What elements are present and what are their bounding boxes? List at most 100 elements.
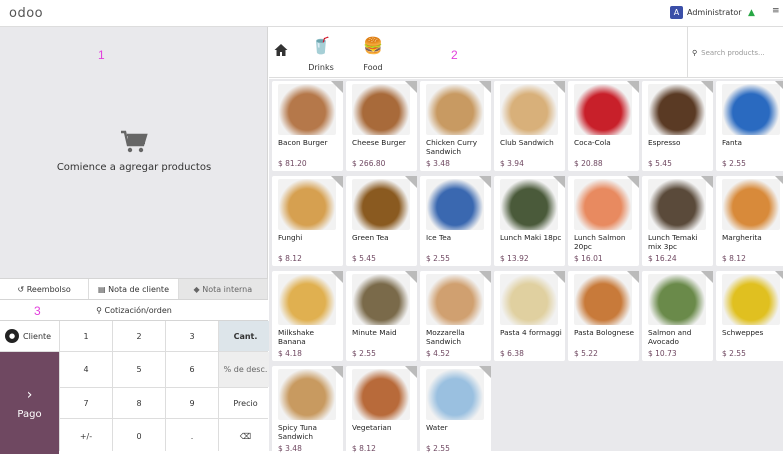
numpad-key-7[interactable]: 7 — [60, 388, 112, 418]
product-card[interactable]: Schweppes $ 2.55 — [716, 271, 783, 361]
product-card[interactable]: Minute Maid $ 2.55 — [346, 271, 417, 361]
info-icon[interactable] — [405, 176, 417, 188]
user-menu[interactable]: A Administrator — [670, 6, 742, 19]
info-icon[interactable] — [775, 271, 783, 283]
decimal-button[interactable]: . — [166, 419, 218, 454]
product-price: $ 81.20 — [278, 159, 307, 168]
category-food[interactable]: 🍔 Food — [353, 36, 393, 72]
info-icon[interactable] — [479, 176, 491, 188]
refund-button[interactable]: ↺ Reembolso — [0, 279, 90, 299]
product-price: $ 2.55 — [722, 349, 746, 358]
backspace-button[interactable]: ⌫ — [219, 419, 272, 454]
info-icon[interactable] — [553, 81, 565, 93]
product-image — [278, 274, 336, 325]
product-card[interactable]: Ice Tea $ 2.55 — [420, 176, 491, 266]
product-card[interactable]: Bacon Burger $ 81.20 — [272, 81, 343, 171]
product-card[interactable]: Pasta 4 formaggi $ 6.38 — [494, 271, 565, 361]
product-image — [352, 369, 410, 420]
product-card[interactable]: Cheese Burger $ 266.80 — [346, 81, 417, 171]
internal-note-button[interactable]: ◆ Nota interna — [178, 279, 268, 299]
tag-icon: ◆ — [193, 284, 203, 294]
info-icon[interactable] — [775, 81, 783, 93]
product-card[interactable]: Margherita $ 8.12 — [716, 176, 783, 266]
info-icon[interactable] — [627, 271, 639, 283]
product-card[interactable]: Lunch Salmon 20pc $ 16.01 — [568, 176, 639, 266]
search-placeholder: Search products... — [701, 48, 765, 57]
product-price: $ 2.55 — [352, 349, 376, 358]
product-card[interactable]: Pasta Bolognese $ 5.22 — [568, 271, 639, 361]
chevron-right-icon: › — [26, 386, 33, 403]
product-name: Water — [426, 423, 448, 432]
customer-button[interactable]: ● Cliente — [0, 321, 59, 351]
info-icon[interactable] — [553, 271, 565, 283]
quotation-label: Cotización/orden — [104, 306, 172, 315]
home-icon[interactable] — [274, 43, 288, 57]
info-icon[interactable] — [701, 176, 713, 188]
product-card[interactable]: Funghi $ 8.12 — [272, 176, 343, 266]
product-image — [426, 179, 484, 230]
info-icon[interactable] — [775, 176, 783, 188]
product-price: $ 6.38 — [500, 349, 524, 358]
product-card[interactable]: Water $ 2.55 — [420, 366, 491, 456]
discount-mode-button[interactable]: % de desc. — [219, 352, 272, 387]
product-name: Schweppes — [722, 328, 764, 337]
category-drinks[interactable]: 🥤 Drinks — [301, 36, 341, 72]
info-icon[interactable] — [479, 271, 491, 283]
product-card[interactable]: Lunch Temaki mix 3pc $ 16.24 — [642, 176, 713, 266]
product-image — [352, 84, 410, 135]
numpad-key-9[interactable]: 9 — [166, 388, 218, 418]
info-icon[interactable] — [479, 366, 491, 378]
quantity-mode-button[interactable]: Cant. — [219, 321, 272, 351]
numpad-key-0[interactable]: 0 — [113, 419, 165, 454]
product-card[interactable]: Chicken Curry Sandwich $ 3.48 — [420, 81, 491, 171]
info-icon[interactable] — [405, 271, 417, 283]
info-icon[interactable] — [331, 366, 343, 378]
product-card[interactable]: Fanta $ 2.55 — [716, 81, 783, 171]
internal-note-label: Nota interna — [202, 284, 253, 294]
numpad-key-4[interactable]: 4 — [60, 352, 112, 387]
info-icon[interactable] — [479, 81, 491, 93]
info-icon[interactable] — [405, 81, 417, 93]
price-mode-button[interactable]: Precio — [219, 388, 272, 418]
numpad-key-3[interactable]: 3 — [166, 321, 218, 351]
product-card[interactable]: Milkshake Banana $ 4.18 — [272, 271, 343, 361]
numpad: ● Cliente 1 2 3 Cant. › Pago 4 5 6 % de de… — [0, 321, 272, 454]
product-card[interactable]: Salmon and Avocado $ 10.73 — [642, 271, 713, 361]
product-card[interactable]: Espresso $ 5.45 — [642, 81, 713, 171]
numpad-key-2[interactable]: 2 — [113, 321, 165, 351]
info-icon[interactable] — [405, 366, 417, 378]
info-icon[interactable] — [701, 81, 713, 93]
product-card[interactable]: Coca-Cola $ 20.88 — [568, 81, 639, 171]
info-icon[interactable] — [701, 271, 713, 283]
product-name: Vegetarian — [352, 423, 392, 432]
product-card[interactable]: Spicy Tuna Sandwich $ 3.48 — [272, 366, 343, 456]
numpad-key-5[interactable]: 5 — [113, 352, 165, 387]
info-icon[interactable] — [627, 176, 639, 188]
info-icon[interactable] — [627, 81, 639, 93]
info-icon[interactable] — [553, 176, 565, 188]
product-card[interactable]: Club Sandwich $ 3.94 — [494, 81, 565, 171]
category-food-label: Food — [363, 63, 383, 72]
customer-note-button[interactable]: ▤ Nota de cliente — [89, 279, 179, 299]
product-card[interactable]: Mozzarella Sandwich $ 4.52 — [420, 271, 491, 361]
search-input[interactable]: ⚲ Search products... — [687, 27, 783, 78]
numpad-key-1[interactable]: 1 — [60, 321, 112, 351]
product-price: $ 4.18 — [278, 349, 302, 358]
numpad-key-6[interactable]: 6 — [166, 352, 218, 387]
product-card[interactable]: Vegetarian $ 8.12 — [346, 366, 417, 456]
payment-button[interactable]: › Pago — [0, 352, 59, 454]
product-price: $ 13.92 — [500, 254, 529, 263]
avatar: A — [670, 6, 683, 19]
product-name: Ice Tea — [426, 233, 452, 242]
payment-label: Pago — [17, 408, 42, 420]
product-price: $ 16.24 — [648, 254, 677, 263]
hamburger-icon[interactable]: ≡ — [772, 6, 780, 16]
info-icon[interactable] — [331, 81, 343, 93]
info-icon[interactable] — [331, 271, 343, 283]
info-icon[interactable] — [331, 176, 343, 188]
product-card[interactable]: Green Tea $ 5.45 — [346, 176, 417, 266]
plus-minus-button[interactable]: +/- — [60, 419, 112, 454]
product-card[interactable]: Lunch Maki 18pc $ 13.92 — [494, 176, 565, 266]
numpad-key-8[interactable]: 8 — [113, 388, 165, 418]
product-image — [722, 179, 780, 230]
